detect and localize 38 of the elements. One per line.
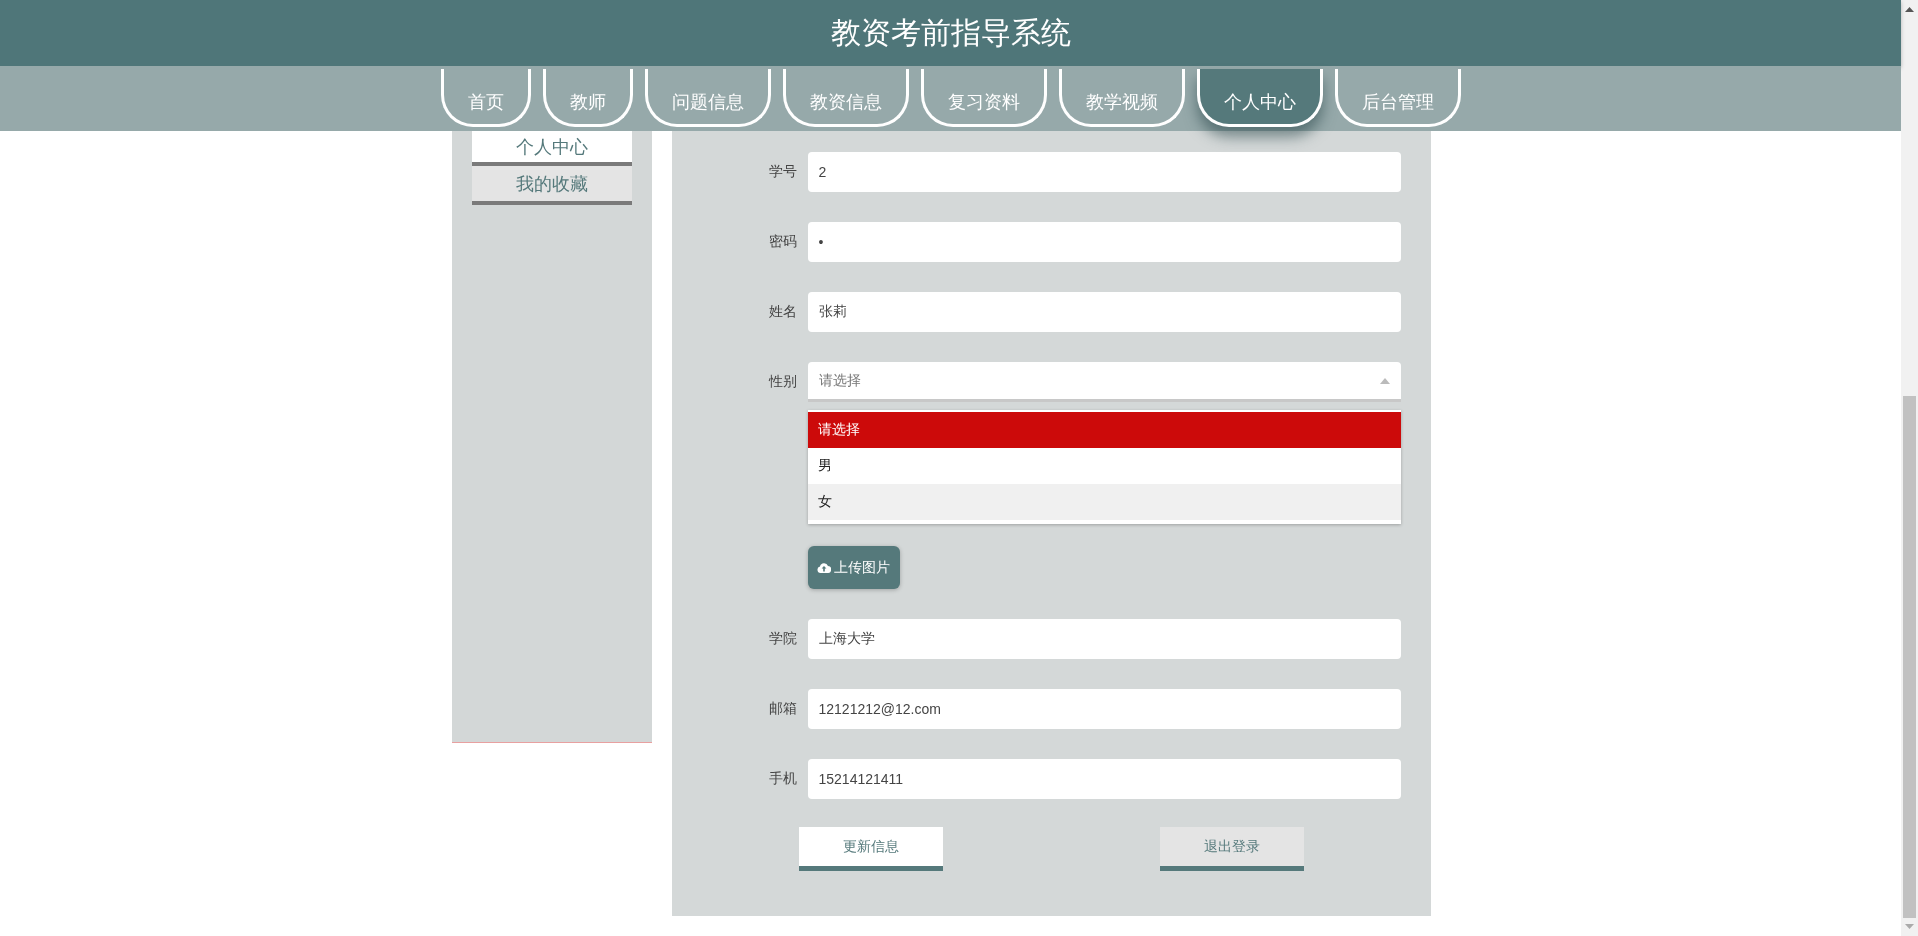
sidebar-item[interactable]: 个人中心 xyxy=(471,131,632,166)
nav-tab[interactable]: 首页 xyxy=(440,69,531,127)
select-field[interactable]: 请选择 xyxy=(807,362,1401,402)
caret-icon xyxy=(1379,377,1390,384)
upload-button[interactable]: 上传图片 xyxy=(807,546,900,589)
input-field[interactable]: 15214121411 xyxy=(807,759,1401,799)
select-placeholder: 请选择 xyxy=(818,371,861,390)
nav-tab[interactable]: 复习资料 xyxy=(920,69,1047,127)
scroll-down-icon[interactable] xyxy=(1905,924,1914,929)
cloud-upload-icon xyxy=(817,562,831,573)
nav-tab[interactable]: 后台管理 xyxy=(1334,69,1461,127)
scrollbar-thumb[interactable] xyxy=(1903,396,1916,918)
nav-tab[interactable]: 教师 xyxy=(542,69,633,127)
input-field[interactable]: 2 xyxy=(807,152,1401,192)
field-label: 手机 xyxy=(767,770,797,788)
scrollbar[interactable] xyxy=(1901,0,1918,936)
nav-tab[interactable]: 教资信息 xyxy=(782,69,909,127)
dropdown-option[interactable]: 请选择 xyxy=(807,412,1401,448)
nav-tab[interactable]: 个人中心 xyxy=(1196,69,1323,127)
field-label: 学号 xyxy=(767,163,797,181)
nav-tab[interactable]: 问题信息 xyxy=(644,69,771,127)
input-field[interactable]: • xyxy=(807,222,1401,262)
field-label: 邮箱 xyxy=(767,700,797,718)
input-field[interactable]: 张莉 xyxy=(807,292,1401,332)
field-label: 性别 xyxy=(767,373,797,391)
scroll-up-icon[interactable] xyxy=(1905,7,1914,12)
input-field[interactable]: 上海大学 xyxy=(807,619,1401,659)
dropdown-option[interactable]: 女 xyxy=(807,484,1401,520)
field-label: 姓名 xyxy=(767,303,797,321)
dropdown-option[interactable]: 男 xyxy=(807,448,1401,484)
form-button[interactable]: 更新信息 xyxy=(798,827,943,871)
sidebar-item[interactable]: 我的收藏 xyxy=(471,166,632,205)
field-label: 密码 xyxy=(767,233,797,251)
form-button[interactable]: 退出登录 xyxy=(1159,827,1304,871)
input-field[interactable]: 12121212@12.com xyxy=(807,689,1401,729)
nav-tab[interactable]: 教学视频 xyxy=(1058,69,1185,127)
field-label: 学院 xyxy=(767,630,797,648)
site-title: 教资考前指导系统 xyxy=(830,14,1071,51)
